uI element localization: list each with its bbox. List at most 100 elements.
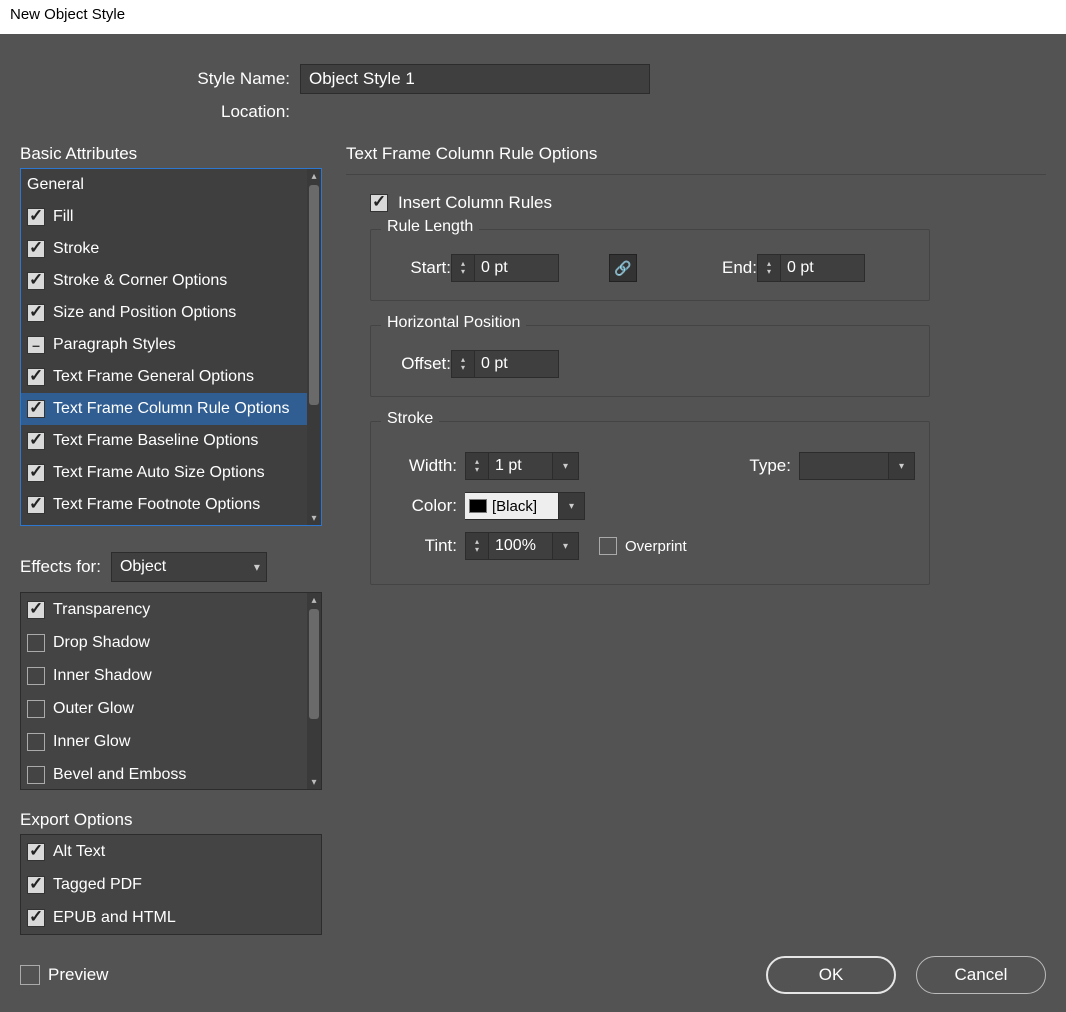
scroll-up-icon[interactable]: ▴: [307, 593, 321, 607]
start-label: Start:: [385, 258, 451, 278]
stepper-icon[interactable]: ▴▾: [451, 350, 475, 378]
export-option-item[interactable]: EPUB and HTML: [21, 901, 321, 934]
attribute-checkbox[interactable]: [27, 368, 45, 386]
effect-checkbox[interactable]: [27, 667, 45, 685]
scroll-down-icon[interactable]: ▾: [307, 775, 321, 789]
cancel-button[interactable]: Cancel: [916, 956, 1046, 994]
export-option-checkbox[interactable]: [27, 909, 45, 927]
effect-label: Inner Glow: [53, 733, 130, 751]
attribute-label: Text Frame General Options: [53, 368, 254, 386]
style-name-label: Style Name:: [0, 69, 300, 89]
tint-input[interactable]: ▴▾ 100% ▾: [465, 532, 579, 560]
effect-checkbox[interactable]: [27, 733, 45, 751]
basic-attributes-list[interactable]: General Fill StrokeStroke & Corner Options…: [20, 168, 322, 526]
chevron-down-icon[interactable]: ▾: [559, 492, 585, 520]
basic-attribute-item[interactable]: General: [21, 169, 307, 201]
basic-attribute-item[interactable]: –Paragraph Styles: [21, 329, 307, 361]
preview-label: Preview: [48, 965, 108, 985]
effect-checkbox[interactable]: [27, 634, 45, 652]
export-option-item[interactable]: Alt Text: [21, 835, 321, 868]
scroll-thumb[interactable]: [309, 185, 319, 405]
attribute-checkbox[interactable]: [27, 464, 45, 482]
attribute-label: Text Frame Baseline Options: [53, 432, 258, 450]
basic-attribute-item[interactable]: Text Frame Column Rule Options: [21, 393, 307, 425]
basic-attribute-item[interactable]: Stroke: [21, 233, 307, 265]
effect-item[interactable]: Bevel and Emboss: [21, 758, 307, 789]
preview-checkbox[interactable]: [20, 965, 40, 985]
scroll-down-icon[interactable]: ▾: [307, 511, 321, 525]
export-option-item[interactable]: Tagged PDF: [21, 868, 321, 901]
color-dropdown[interactable]: [Black] ▾: [465, 492, 585, 520]
overprint-checkbox[interactable]: [599, 537, 617, 555]
width-value[interactable]: 1 pt: [489, 452, 553, 480]
start-value[interactable]: 0 pt: [475, 254, 559, 282]
attribute-label: Fill: [53, 208, 73, 226]
attribute-checkbox[interactable]: [27, 272, 45, 290]
style-name-input[interactable]: [300, 64, 650, 94]
effect-label: Outer Glow: [53, 700, 134, 718]
horizontal-position-legend: Horizontal Position: [381, 314, 526, 332]
width-label: Width:: [385, 456, 465, 476]
export-options-label: Export Options: [20, 810, 322, 830]
attribute-checkbox[interactable]: [27, 304, 45, 322]
effects-for-dropdown[interactable]: Object ▾: [111, 552, 267, 582]
effect-item[interactable]: Inner Shadow: [21, 659, 307, 692]
stepper-icon[interactable]: ▴▾: [465, 532, 489, 560]
effects-for-label: Effects for:: [20, 557, 101, 577]
effects-list[interactable]: TransparencyDrop Shadow Inner Shadow Outer…: [20, 592, 322, 790]
attribute-checkbox[interactable]: [27, 400, 45, 418]
chevron-down-icon[interactable]: ▾: [889, 452, 915, 480]
scroll-thumb[interactable]: [309, 609, 319, 719]
attribute-checkbox[interactable]: [27, 432, 45, 450]
export-option-checkbox[interactable]: [27, 843, 45, 861]
basic-attribute-item[interactable]: Text Frame Auto Size Options: [21, 457, 307, 489]
effect-item[interactable]: Transparency: [21, 593, 307, 626]
basic-attribute-item[interactable]: Text Frame General Options: [21, 361, 307, 393]
tint-value[interactable]: 100%: [489, 532, 553, 560]
attribute-checkbox[interactable]: [27, 208, 45, 226]
basic-attribute-item[interactable]: Size and Position Options: [21, 297, 307, 329]
width-input[interactable]: ▴▾ 1 pt ▾: [465, 452, 579, 480]
stepper-icon[interactable]: ▴▾: [451, 254, 475, 282]
rule-length-group: Rule Length Start: ▴▾ 0 pt 🔗 End: ▴▾ 0 p…: [370, 229, 930, 301]
style-name-row: Style Name:: [0, 64, 1066, 94]
location-row: Location:: [0, 94, 1066, 122]
attribute-label: Text Frame Auto Size Options: [53, 464, 265, 482]
dialog-panel: Style Name: Location: Basic Attributes G…: [0, 34, 1066, 1012]
effect-checkbox[interactable]: [27, 700, 45, 718]
start-input[interactable]: ▴▾ 0 pt: [451, 254, 559, 282]
attribute-checkbox[interactable]: [27, 496, 45, 514]
basic-attribute-item[interactable]: Text Frame Footnote Options: [21, 489, 307, 521]
basic-attribute-item[interactable]: Stroke & Corner Options: [21, 265, 307, 297]
scroll-up-icon[interactable]: ▴: [307, 169, 321, 183]
link-icon[interactable]: 🔗: [609, 254, 637, 282]
basic-attribute-item[interactable]: Text Frame Baseline Options: [21, 425, 307, 457]
insert-column-rules-checkbox[interactable]: [370, 194, 388, 212]
end-label: End:: [697, 258, 757, 278]
basic-attribute-item[interactable]: Fill: [21, 201, 307, 233]
effect-item[interactable]: Outer Glow: [21, 692, 307, 725]
location-label: Location:: [0, 102, 300, 122]
offset-value[interactable]: 0 pt: [475, 350, 559, 378]
chevron-down-icon[interactable]: ▾: [553, 532, 579, 560]
color-label: Color:: [385, 496, 465, 516]
effect-item[interactable]: Inner Glow: [21, 725, 307, 758]
end-input[interactable]: ▴▾ 0 pt: [757, 254, 865, 282]
stroke-legend: Stroke: [381, 410, 439, 428]
effect-checkbox[interactable]: [27, 601, 45, 619]
stepper-icon[interactable]: ▴▾: [757, 254, 781, 282]
export-option-checkbox[interactable]: [27, 876, 45, 894]
effects-scrollbar[interactable]: ▴ ▾: [307, 593, 321, 789]
offset-input[interactable]: ▴▾ 0 pt: [451, 350, 559, 378]
mixed-state-icon[interactable]: –: [27, 336, 45, 354]
attribute-checkbox[interactable]: [27, 240, 45, 258]
effect-label: Inner Shadow: [53, 667, 152, 685]
chevron-down-icon[interactable]: ▾: [553, 452, 579, 480]
ok-button[interactable]: OK: [766, 956, 896, 994]
type-dropdown[interactable]: ▾: [799, 452, 915, 480]
end-value[interactable]: 0 pt: [781, 254, 865, 282]
stepper-icon[interactable]: ▴▾: [465, 452, 489, 480]
basic-attributes-scrollbar[interactable]: ▴ ▾: [307, 169, 321, 525]
effect-item[interactable]: Drop Shadow: [21, 626, 307, 659]
effect-checkbox[interactable]: [27, 766, 45, 784]
